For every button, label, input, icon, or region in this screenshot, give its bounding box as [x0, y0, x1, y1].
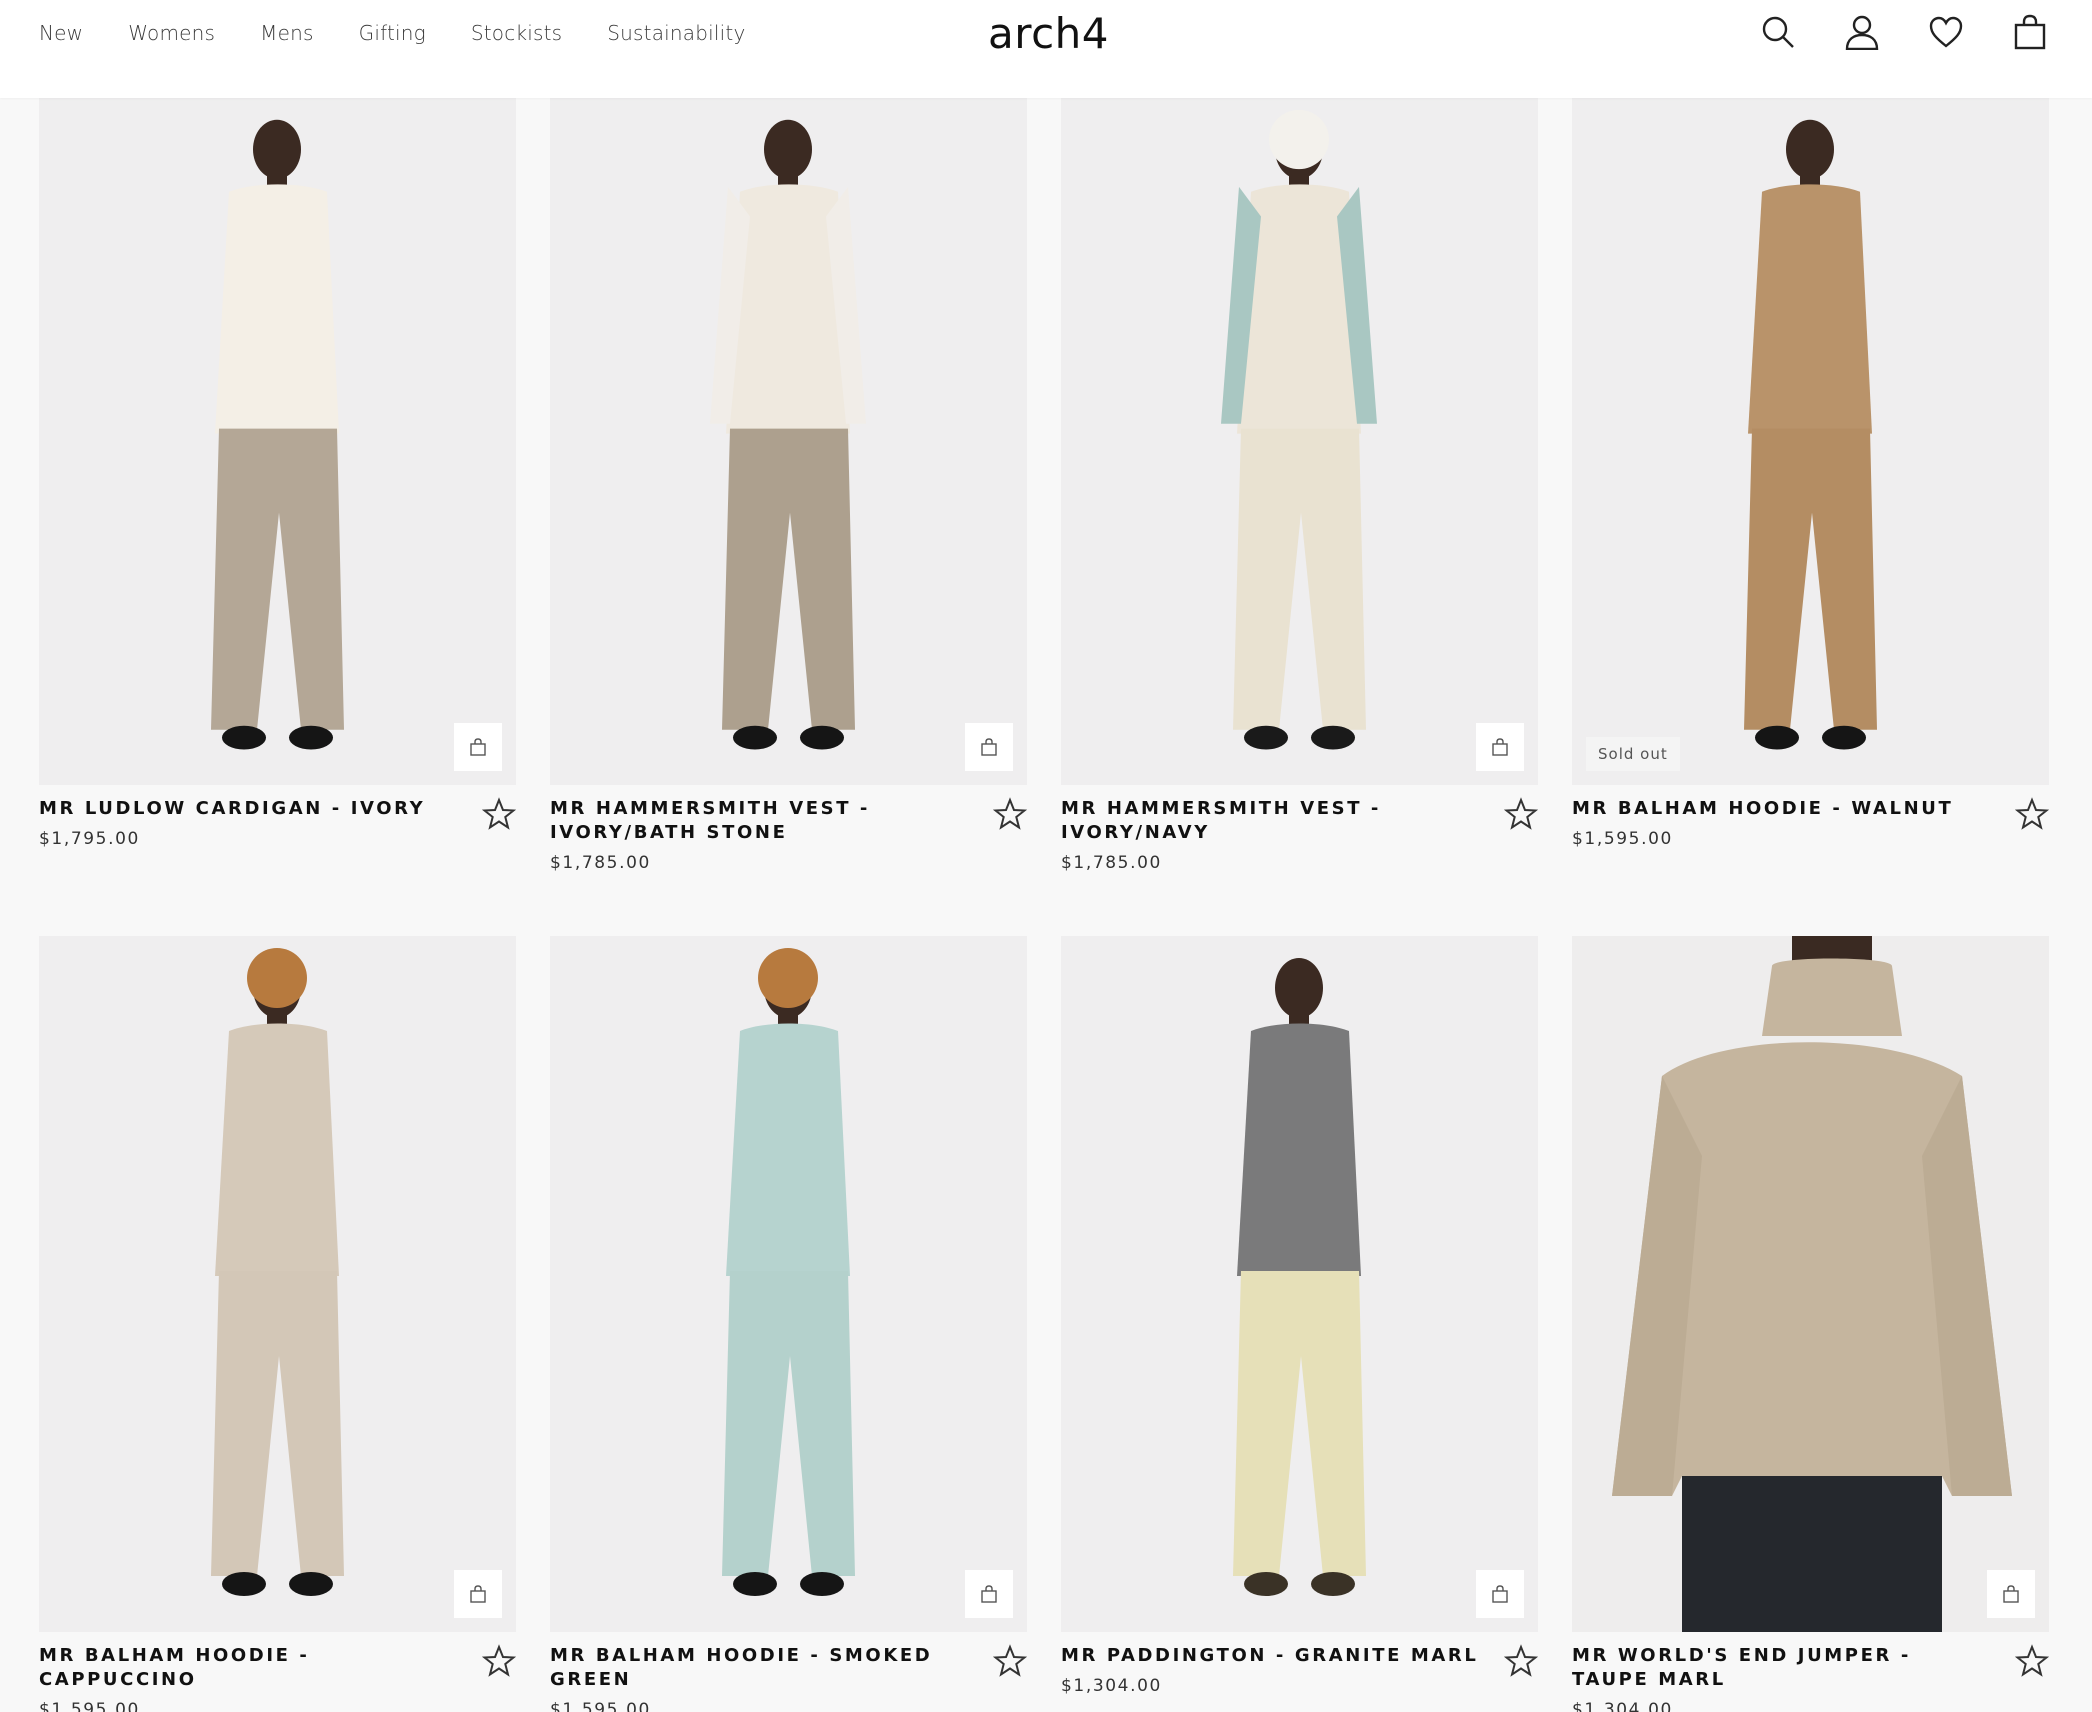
wishlist-star-icon[interactable] [992, 797, 1028, 831]
product-name[interactable]: MR BALHAM HOODIE - CAPPUCCINO [39, 1644, 459, 1692]
cart-bag-icon[interactable] [2012, 12, 2048, 52]
product-name[interactable]: MR PADDINGTON - GRANITE MARL [1061, 1644, 1481, 1668]
nav-link-mens[interactable]: Mens [260, 21, 313, 45]
product-name[interactable]: MR WORLD'S END JUMPER - TAUPE MARL [1572, 1644, 1992, 1692]
nav-link-stockists[interactable]: Stockists [471, 21, 562, 45]
product-image[interactable]: Sold out [1572, 98, 2049, 785]
main-nav: New Womens Mens Gifting Stockists Sustai… [39, 0, 791, 66]
wishlist-star-icon[interactable] [2014, 797, 2050, 831]
product-image[interactable] [1061, 98, 1538, 785]
product-price: $1,785.00 [1061, 853, 1162, 873]
product-price: $1,785.00 [550, 853, 651, 873]
quick-add-bag-icon[interactable] [454, 1570, 502, 1618]
product-image[interactable] [39, 936, 516, 1632]
wishlist-star-icon[interactable] [1503, 1644, 1539, 1678]
wishlist-star-icon[interactable] [481, 1644, 517, 1678]
product-info: MR WORLD'S END JUMPER - TAUPE MARL $1,304… [1572, 1644, 2050, 1712]
product-price: $1,795.00 [39, 829, 140, 849]
quick-add-bag-icon[interactable] [454, 723, 502, 771]
product-price: $1,304.00 [1572, 1700, 1673, 1712]
product-name[interactable]: MR LUDLOW CARDIGAN - IVORY [39, 797, 459, 821]
product-image[interactable] [39, 98, 516, 785]
product-info: MR PADDINGTON - GRANITE MARL $1,304.00 [1061, 1644, 1539, 1696]
product-info: MR HAMMERSMITH VEST - IVORY/BATH STONE $1… [550, 797, 1028, 873]
product-price: $1,595.00 [550, 1700, 651, 1712]
sold-out-badge: Sold out [1586, 737, 1680, 771]
product-info: MR BALHAM HOODIE - SMOKED GREEN $1,595.00 [550, 1644, 1028, 1712]
nav-link-new[interactable]: New [39, 21, 83, 45]
quick-add-bag-icon[interactable] [965, 1570, 1013, 1618]
wishlist-star-icon[interactable] [992, 1644, 1028, 1678]
nav-link-sustainability[interactable]: Sustainability [607, 21, 745, 45]
product-info: MR BALHAM HOODIE - CAPPUCCINO $1,595.00 [39, 1644, 517, 1712]
wishlist-heart-icon[interactable] [1928, 12, 1964, 52]
product-price: $1,595.00 [39, 1700, 140, 1712]
product-name[interactable]: MR HAMMERSMITH VEST - IVORY/NAVY [1061, 797, 1481, 845]
product-price: $1,595.00 [1572, 829, 1673, 849]
product-price: $1,304.00 [1061, 1676, 1162, 1696]
product-image[interactable] [550, 936, 1027, 1632]
quick-add-bag-icon[interactable] [1476, 1570, 1524, 1618]
wishlist-star-icon[interactable] [481, 797, 517, 831]
header-icons [1760, 12, 2048, 52]
quick-add-bag-icon[interactable] [1987, 1570, 2035, 1618]
account-icon[interactable] [1844, 12, 1880, 52]
product-image[interactable] [1061, 936, 1538, 1632]
product-name[interactable]: MR BALHAM HOODIE - WALNUT [1572, 797, 1992, 821]
search-icon[interactable] [1760, 12, 1796, 52]
site-header: New Womens Mens Gifting Stockists Sustai… [0, 0, 2092, 98]
product-info: MR LUDLOW CARDIGAN - IVORY $1,795.00 [39, 797, 517, 849]
nav-link-gifting[interactable]: Gifting [359, 21, 426, 45]
brand-logo[interactable]: arch4 [988, 6, 1109, 62]
quick-add-bag-icon[interactable] [1476, 723, 1524, 771]
product-image[interactable] [550, 98, 1027, 785]
product-name[interactable]: MR BALHAM HOODIE - SMOKED GREEN [550, 1644, 970, 1692]
wishlist-star-icon[interactable] [2014, 1644, 2050, 1678]
wishlist-star-icon[interactable] [1503, 797, 1539, 831]
product-name[interactable]: MR HAMMERSMITH VEST - IVORY/BATH STONE [550, 797, 970, 845]
quick-add-bag-icon[interactable] [965, 723, 1013, 771]
product-info: MR HAMMERSMITH VEST - IVORY/NAVY $1,785.0… [1061, 797, 1539, 873]
product-info: MR BALHAM HOODIE - WALNUT $1,595.00 [1572, 797, 2050, 849]
nav-link-womens[interactable]: Womens [128, 21, 215, 45]
product-image[interactable] [1572, 936, 2049, 1632]
